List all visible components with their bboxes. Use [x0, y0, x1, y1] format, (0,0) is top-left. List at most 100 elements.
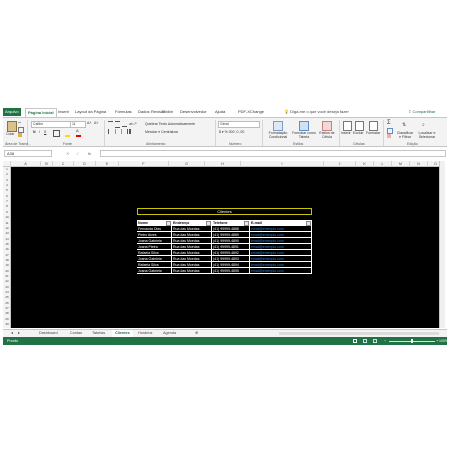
font-size-value: 11 [72, 122, 76, 126]
page-layout-view-icon[interactable] [363, 339, 367, 343]
align-center-icon[interactable] [115, 129, 122, 134]
sheet-tab-contas[interactable]: Contas [67, 330, 85, 337]
filter-dropdown-icon[interactable] [166, 220, 171, 226]
format-cells-icon[interactable] [369, 121, 378, 131]
sheet-next-icon[interactable]: ▸ [15, 330, 23, 337]
table-row: Joana Gabriela Rua das Moedas (41) 99999-4… [137, 268, 312, 274]
sheet-tab-horários[interactable]: Horários [135, 330, 155, 337]
group-styles-label: Estilos [293, 142, 304, 146]
cut-icon[interactable]: ✂ [18, 121, 22, 125]
tell-me-label: Diga-me o que você deseja fazer [290, 109, 349, 114]
underline-button[interactable]: S [44, 130, 46, 134]
insert-cells-button[interactable]: Inserir [341, 131, 351, 135]
filter-dropdown-icon[interactable] [306, 220, 311, 226]
tab-pdf-xchange[interactable]: PDF-XChange [236, 108, 266, 116]
zoom-in-icon[interactable]: + [436, 337, 438, 345]
group-clipboard-label: Área de Transf... [5, 142, 31, 146]
sort-filter-icon[interactable]: ⇅ [402, 121, 409, 129]
borders-icon[interactable] [53, 130, 60, 137]
align-top-icon[interactable] [108, 121, 113, 127]
table-title[interactable]: Clientes [137, 208, 312, 215]
add-sheet-icon[interactable]: ⊕ [192, 330, 201, 337]
tab-fórmulas[interactable]: Fórmulas [113, 108, 134, 116]
cell-styles-icon[interactable] [322, 121, 332, 131]
cancel-icon[interactable]: ✕ [66, 150, 69, 157]
clear-icon[interactable] [387, 134, 391, 138]
format-table-button[interactable]: Formatar como Tabela [292, 131, 316, 139]
wrap-text-button[interactable]: Quebrar Texto Automaticamente [145, 122, 195, 126]
indent-icon[interactable] [129, 129, 136, 134]
insert-cells-icon[interactable] [343, 121, 352, 131]
table-cell[interactable]: Rua das Moedas [172, 268, 212, 274]
table-header-label: E-mail [251, 221, 262, 225]
zoom-slider-thumb[interactable] [411, 339, 413, 343]
tab-ajuda[interactable]: Ajuda [213, 108, 227, 116]
row-header[interactable]: 30 [3, 322, 11, 327]
filter-dropdown-icon[interactable] [206, 220, 211, 226]
shrink-font-icon[interactable]: A˅ [94, 121, 98, 125]
align-middle-icon[interactable] [115, 121, 120, 128]
insert-function-icon[interactable]: fx [88, 150, 91, 157]
horizontal-scrollbar[interactable] [279, 332, 439, 335]
sheet-tabs-bar: ◂ ▸ Dashboard Contas Tabelas Clientes Horários… [3, 329, 447, 338]
autosum-icon[interactable]: Σ [387, 120, 391, 126]
font-color-icon[interactable]: A [76, 129, 81, 137]
orientation-icon[interactable]: ab↗ [129, 121, 137, 126]
tab-desenvolvedor[interactable]: Desenvolvedor [178, 108, 209, 116]
font-name-select[interactable]: Calibri [31, 121, 71, 128]
share-label: Compartilhar [412, 109, 436, 114]
format-cells-button[interactable]: Formatar [366, 131, 380, 135]
table-header-label: Endereço [173, 221, 190, 225]
group-alignment-label: Alinhamento [146, 142, 166, 146]
bold-button[interactable]: N [33, 130, 36, 134]
delete-cells-icon[interactable] [355, 121, 364, 131]
conditional-format-icon[interactable] [273, 121, 283, 131]
enter-icon[interactable]: ✓ [76, 150, 79, 157]
sheet-tab-dashboard[interactable]: Dashboard [36, 330, 61, 337]
fill-color-icon[interactable] [65, 130, 70, 137]
table-cell[interactable]: Joana Gabriela [137, 268, 172, 274]
table-header-label: Telefone [213, 221, 228, 225]
grow-font-icon[interactable]: A˄ [87, 121, 91, 125]
group-editing-label: Edição [407, 142, 418, 146]
formula-input[interactable] [100, 150, 446, 157]
sheet-tab-tabelas[interactable]: Tabelas [89, 330, 108, 337]
vertical-scrollbar[interactable] [439, 161, 445, 328]
find-select-button[interactable]: Localizar e Selecionar [416, 131, 438, 139]
share-button[interactable]: ⇧ Compartilhar [408, 108, 435, 116]
delete-cells-button[interactable]: Excluir [353, 131, 364, 135]
currency-button[interactable]: $ ▾ % 000 ,0 ,00 [219, 130, 244, 134]
align-right-icon[interactable] [122, 129, 128, 134]
cell-styles-button[interactable]: Estilos de Célula [317, 131, 337, 139]
paste-label: Colar [6, 132, 15, 136]
tab-arquivo[interactable]: Arquivo [3, 108, 21, 116]
name-box[interactable]: A38 [4, 150, 52, 157]
conditional-format-button[interactable]: Formatação Condicional [265, 131, 291, 139]
tell-me-box[interactable]: 💡 Diga-me o que você deseja fazer [284, 108, 349, 116]
font-size-select[interactable]: 11 [70, 121, 86, 128]
page-break-view-icon[interactable] [373, 339, 377, 343]
tab-layout-da-página[interactable]: Layout da Página [73, 108, 108, 116]
merge-center-button[interactable]: Mesclar e Centralizar [145, 130, 178, 134]
table-cell[interactable]: (41) 99999-4895 [212, 268, 250, 274]
tab-exibir[interactable]: Exibir [161, 108, 175, 116]
tab-inserir[interactable]: Inserir [56, 108, 71, 116]
filter-dropdown-icon[interactable] [244, 220, 249, 226]
find-select-icon[interactable]: ⌕ [422, 121, 429, 129]
sheet-tab-agenda[interactable]: Agenda [160, 330, 179, 337]
number-format-value: Geral [220, 122, 229, 126]
align-left-icon[interactable] [108, 129, 114, 134]
status-ready: Pronto [7, 339, 19, 343]
paste-icon[interactable] [7, 121, 17, 132]
normal-view-icon[interactable] [353, 339, 357, 343]
tab-página-inicial[interactable]: Página Inicial [25, 108, 57, 117]
email-cell[interactable]: email@exemplo.com [250, 268, 312, 274]
zoom-out-icon[interactable]: − [384, 337, 386, 345]
sort-filter-button[interactable]: Classificar e Filtrar [396, 131, 414, 139]
number-format-select[interactable]: Geral [218, 121, 260, 128]
format-painter-icon[interactable] [18, 133, 22, 137]
align-bottom-icon[interactable] [122, 121, 127, 127]
zoom-level[interactable]: 100% [439, 337, 448, 345]
format-table-icon[interactable] [299, 121, 309, 131]
italic-button[interactable]: I [39, 130, 40, 134]
